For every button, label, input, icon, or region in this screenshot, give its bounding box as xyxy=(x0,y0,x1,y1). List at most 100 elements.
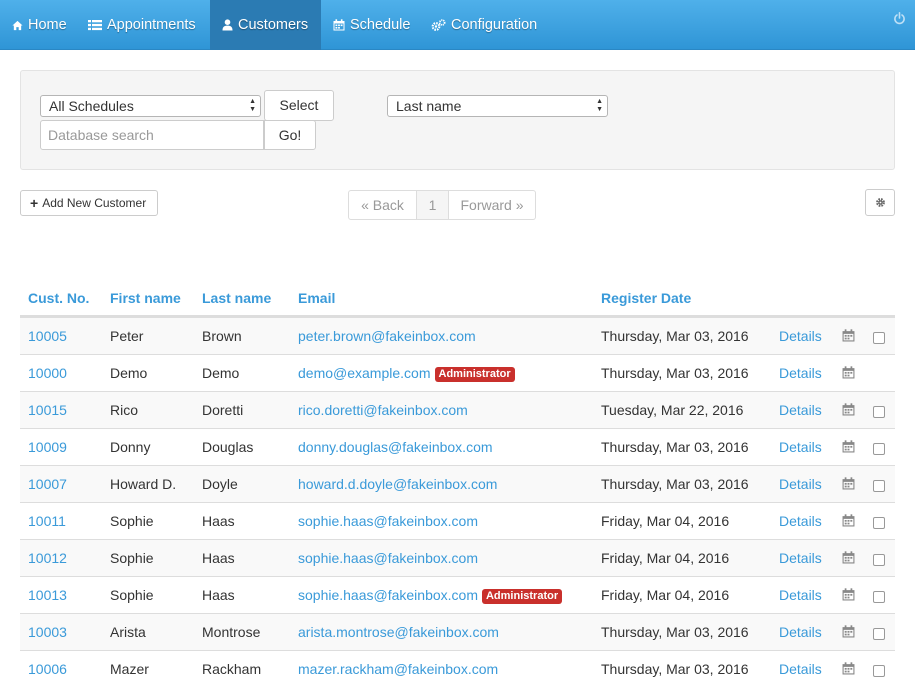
header-email[interactable]: Email xyxy=(298,290,335,306)
calendar-icon[interactable] xyxy=(842,366,855,382)
gear-icon xyxy=(875,195,886,211)
email-link[interactable]: donny.douglas@fakeinbox.com xyxy=(298,439,493,455)
email-link[interactable]: arista.montrose@fakeinbox.com xyxy=(298,624,499,640)
cust-no-link[interactable]: 10005 xyxy=(28,328,67,344)
details-link[interactable]: Details xyxy=(779,439,822,455)
email-link[interactable]: sophie.haas@fakeinbox.com xyxy=(298,550,478,566)
select-button[interactable]: Select xyxy=(264,90,334,121)
email-link[interactable]: peter.brown@fakeinbox.com xyxy=(298,328,476,344)
gears-icon xyxy=(431,18,446,32)
details-link[interactable]: Details xyxy=(779,661,822,677)
cust-no-link[interactable]: 10013 xyxy=(28,587,67,603)
nav-home[interactable]: Home xyxy=(12,0,67,50)
first-name-cell: Arista xyxy=(110,624,146,640)
pagination: « Back 1 Forward » xyxy=(348,190,536,220)
nav-appointments-label: Appointments xyxy=(107,17,196,33)
nav-appointments[interactable]: Appointments xyxy=(88,0,196,50)
first-name-cell: Sophie xyxy=(110,587,154,603)
cust-no-link[interactable]: 10000 xyxy=(28,365,67,381)
cust-no-link[interactable]: 10006 xyxy=(28,661,67,677)
register-date-cell: Friday, Mar 04, 2016 xyxy=(601,587,730,603)
plus-icon: + xyxy=(30,195,39,211)
calendar-icon[interactable] xyxy=(842,329,855,345)
row-select-checkbox[interactable] xyxy=(873,332,885,344)
cust-no-link[interactable]: 10011 xyxy=(28,513,66,529)
power-icon[interactable] xyxy=(893,12,906,28)
first-name-cell: Peter xyxy=(110,328,144,344)
details-link[interactable]: Details xyxy=(779,476,822,492)
cust-no-link[interactable]: 10015 xyxy=(28,402,67,418)
first-name-cell: Sophie xyxy=(110,513,154,529)
email-link[interactable]: sophie.haas@fakeinbox.com xyxy=(298,587,478,603)
schedule-select[interactable]: All Schedules ▲ ▼ xyxy=(40,95,261,117)
settings-button[interactable] xyxy=(865,189,895,216)
customer-table-body: 10005 Peter Brown peter.brown@fakeinbox.com… xyxy=(20,317,895,687)
row-select-checkbox[interactable] xyxy=(873,554,885,566)
sort-select[interactable]: Last name ▲ ▼ xyxy=(387,95,608,117)
register-date-cell: Thursday, Mar 03, 2016 xyxy=(601,476,749,492)
user-icon xyxy=(222,19,233,31)
email-link[interactable]: sophie.haas@fakeinbox.com xyxy=(298,513,478,529)
add-customer-button[interactable]: + Add New Customer xyxy=(20,190,158,216)
email-link[interactable]: rico.doretti@fakeinbox.com xyxy=(298,402,468,418)
row-select-checkbox[interactable] xyxy=(873,443,885,455)
header-cust-no[interactable]: Cust. No. xyxy=(28,290,89,306)
customer-table-header: Cust. No. First name Last name Email Reg… xyxy=(20,280,895,317)
email-cell: demo@example.com Administrator xyxy=(298,365,515,383)
email-link[interactable]: howard.d.doyle@fakeinbox.com xyxy=(298,476,497,492)
email-cell: rico.doretti@fakeinbox.com xyxy=(298,402,468,418)
cust-no-link[interactable]: 10009 xyxy=(28,439,67,455)
email-cell: sophie.haas@fakeinbox.com Administrator xyxy=(298,587,563,605)
pager-back-button[interactable]: « Back xyxy=(348,190,417,220)
first-name-cell: Rico xyxy=(110,402,139,418)
nav-configuration[interactable]: Configuration xyxy=(431,0,537,50)
row-select-checkbox[interactable] xyxy=(873,665,885,677)
table-row: 10012 Sophie Haas sophie.haas@fakeinbox.com… xyxy=(20,539,895,576)
first-name-cell: Howard D. xyxy=(110,476,177,492)
details-link[interactable]: Details xyxy=(779,328,822,344)
details-link[interactable]: Details xyxy=(779,624,822,640)
pager-forward-button[interactable]: Forward » xyxy=(449,190,536,220)
email-link[interactable]: mazer.rackham@fakeinbox.com xyxy=(298,661,498,677)
sort-select-value: Last name xyxy=(396,98,462,114)
search-input[interactable]: Database search xyxy=(40,120,264,150)
row-select-checkbox[interactable] xyxy=(873,628,885,640)
cust-no-link[interactable]: 10007 xyxy=(28,476,67,492)
calendar-icon[interactable] xyxy=(842,403,855,419)
nav-home-label: Home xyxy=(28,17,67,33)
nav-customers[interactable]: Customers xyxy=(210,0,321,50)
row-select-checkbox[interactable] xyxy=(873,517,885,529)
table-row: 10007 Howard D. Doyle howard.d.doyle@fakein… xyxy=(20,465,895,502)
header-last-name[interactable]: Last name xyxy=(202,290,271,306)
row-select-checkbox[interactable] xyxy=(873,480,885,492)
details-link[interactable]: Details xyxy=(779,587,822,603)
header-register-date[interactable]: Register Date xyxy=(601,290,691,306)
cust-no-link[interactable]: 10012 xyxy=(28,550,67,566)
calendar-icon[interactable] xyxy=(842,514,855,530)
row-select-checkbox[interactable] xyxy=(873,591,885,603)
calendar-icon[interactable] xyxy=(842,625,855,641)
calendar-icon[interactable] xyxy=(842,588,855,604)
pager-page-number[interactable]: 1 xyxy=(417,190,449,220)
register-date-cell: Tuesday, Mar 22, 2016 xyxy=(601,402,744,418)
calendar-icon[interactable] xyxy=(842,551,855,567)
go-button[interactable]: Go! xyxy=(264,120,316,150)
cust-no-link[interactable]: 10003 xyxy=(28,624,67,640)
last-name-cell: Douglas xyxy=(202,439,254,455)
nav-schedule[interactable]: Schedule xyxy=(333,0,410,50)
header-first-name[interactable]: First name xyxy=(110,290,181,306)
details-link[interactable]: Details xyxy=(779,402,822,418)
details-link[interactable]: Details xyxy=(779,365,822,381)
calendar-icon[interactable] xyxy=(842,662,855,678)
first-name-cell: Demo xyxy=(110,365,148,381)
table-row: 10009 Donny Douglas donny.douglas@fakeinbox… xyxy=(20,428,895,465)
details-link[interactable]: Details xyxy=(779,550,822,566)
row-select-checkbox[interactable] xyxy=(873,406,885,418)
details-link[interactable]: Details xyxy=(779,513,822,529)
table-row: 10011 Sophie Haas sophie.haas@fakeinbox.com… xyxy=(20,502,895,539)
calendar-icon[interactable] xyxy=(842,440,855,456)
calendar-icon xyxy=(333,19,345,31)
home-icon xyxy=(12,20,23,31)
calendar-icon[interactable] xyxy=(842,477,855,493)
email-link[interactable]: demo@example.com xyxy=(298,365,431,381)
